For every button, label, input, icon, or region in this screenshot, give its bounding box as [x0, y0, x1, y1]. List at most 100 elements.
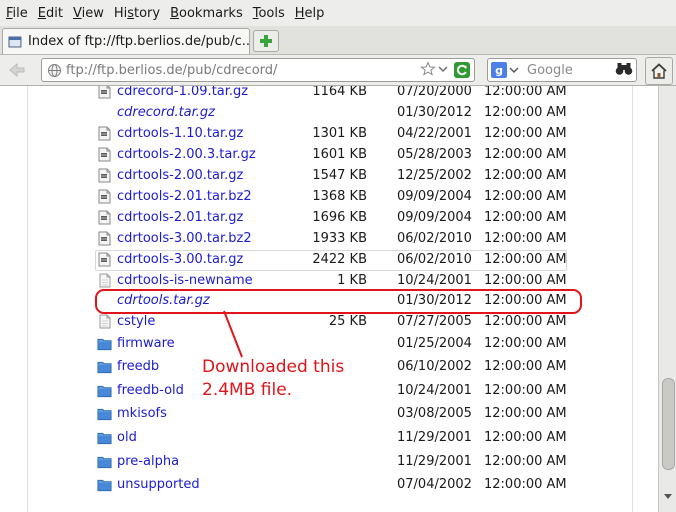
entry-time: 12:00:00 AM [484, 454, 567, 469]
entry-time: 12:00:00 AM [484, 147, 567, 162]
entry-size: 1368 KB [312, 189, 367, 204]
bookmark-star-icon[interactable] [420, 61, 436, 81]
reload-icon[interactable] [453, 61, 471, 79]
entry-name-link[interactable]: mkisofs [117, 404, 167, 424]
folder-icon [97, 454, 112, 469]
entry-name-link[interactable]: cdrtools-is-newname [117, 271, 253, 291]
listing-row[interactable]: mkisofs 03/08/2005 12:00:00 AM [0, 404, 630, 424]
tab-active[interactable]: Index of ftp://ftp.berlios.de/pub/c... [2, 28, 250, 54]
svg-text:g: g [495, 64, 503, 77]
entry-time: 12:00:00 AM [484, 86, 567, 99]
entry-date: 12/25/2002 [397, 168, 472, 183]
menu-tools[interactable]: Tools [248, 6, 290, 21]
entry-size: 1933 KB [312, 231, 367, 246]
archive-file-icon [97, 231, 112, 246]
listing-row[interactable]: old 11/29/2001 12:00:00 AM [0, 428, 630, 448]
folder-icon [97, 406, 112, 421]
entry-name-link[interactable]: pre-alpha [117, 452, 179, 472]
menu-view[interactable]: View [68, 6, 109, 21]
home-button[interactable] [645, 57, 673, 85]
folder-icon [97, 430, 112, 445]
entry-name-link[interactable]: cdrtools-2.01.tar.bz2 [117, 187, 252, 207]
listing-row[interactable]: cdrtools-2.01.tar.bz2 1368 KB 09/09/2004 12… [0, 187, 630, 207]
listing-row[interactable]: cdrtools-1.10.tar.gz 1301 KB 04/22/2001 12:… [0, 124, 630, 144]
entry-time: 12:00:00 AM [484, 383, 567, 398]
entry-name-link[interactable]: freedb [117, 357, 159, 377]
entry-size: 1164 KB [312, 86, 367, 99]
listing-row[interactable]: pre-alpha 11/29/2001 12:00:00 AM [0, 452, 630, 472]
entry-date: 06/02/2010 [397, 252, 472, 267]
archive-file-icon [97, 147, 112, 162]
folder-icon [97, 359, 112, 374]
entry-size: 1 KB [337, 273, 367, 288]
archive-file-icon [97, 189, 112, 204]
entry-name-link[interactable]: firmware [117, 334, 175, 354]
new-tab-button[interactable] [253, 30, 279, 52]
menu-edit[interactable]: Edit [33, 6, 68, 21]
listing-row[interactable]: cdrecord.tar.gz 01/30/2012 12:00:00 AM [0, 103, 630, 123]
entry-name-link[interactable]: cdrtools-2.00.3.tar.gz [117, 145, 256, 165]
entry-date: 06/10/2002 [397, 359, 472, 374]
menu-help[interactable]: Help [290, 6, 330, 21]
url-input[interactable] [66, 61, 408, 79]
home-icon [651, 63, 667, 79]
google-icon[interactable]: g [491, 62, 507, 78]
search-bar[interactable]: g [487, 58, 637, 82]
url-bar[interactable] [41, 58, 475, 82]
tab-bar: Index of ftp://ftp.berlios.de/pub/c... [0, 26, 676, 55]
ftp-favicon-icon [8, 36, 22, 47]
entry-date: 01/30/2012 [397, 105, 472, 120]
entry-name-link[interactable]: cdrtools-2.00.tar.gz [117, 166, 243, 186]
entry-time: 12:00:00 AM [484, 105, 567, 120]
entry-size: 1301 KB [312, 126, 367, 141]
entry-time: 12:00:00 AM [484, 293, 567, 308]
entry-time: 12:00:00 AM [484, 231, 567, 246]
menu-bookmarks[interactable]: Bookmarks [165, 6, 248, 21]
listing-row[interactable]: cdrtools-2.01.tar.gz 1696 KB 09/09/2004 12:… [0, 208, 630, 228]
listing-row[interactable]: cdrecord-1.09.tar.gz 1164 KB 07/20/2000 12:… [0, 86, 630, 102]
entry-name-link[interactable]: freedb-old [117, 381, 184, 401]
entry-time: 12:00:00 AM [484, 252, 567, 267]
entry-time: 12:00:00 AM [484, 189, 567, 204]
listing-row[interactable]: cdrtools-2.00.tar.gz 1547 KB 12/25/2002 12:… [0, 166, 630, 186]
listing-row[interactable]: cstyle 25 KB 07/27/2005 12:00:00 AM [0, 312, 630, 332]
menu-file[interactable]: File [0, 6, 33, 21]
scroll-down-arrow-icon[interactable] [663, 493, 673, 501]
entry-name-link[interactable]: old [117, 428, 137, 448]
tab-title: Index of ftp://ftp.berlios.de/pub/c... [27, 34, 249, 49]
entry-name-link[interactable]: unsupported [117, 475, 200, 495]
entry-time: 12:00:00 AM [484, 430, 567, 445]
back-arrow-icon [9, 62, 25, 78]
entry-name-link[interactable]: cstyle [117, 312, 155, 332]
entry-name-link[interactable]: cdrtools-2.01.tar.gz [117, 208, 243, 228]
entry-name-link[interactable]: cdrtools.tar.gz [117, 291, 210, 311]
entry-time: 12:00:00 AM [484, 126, 567, 141]
url-dropdown-icon[interactable] [438, 63, 448, 78]
back-button[interactable] [6, 61, 28, 79]
listing-row[interactable]: cdrtools-2.00.3.tar.gz 1601 KB 05/28/2003 1… [0, 145, 630, 165]
listing-row[interactable]: unsupported 07/04/2002 12:00:00 AM [0, 475, 630, 495]
entry-date: 04/22/2001 [397, 126, 472, 141]
listing-row[interactable]: cdrtools-3.00.tar.bz2 1933 KB 06/02/2010 12… [0, 229, 630, 249]
folder-icon [97, 336, 112, 351]
entry-time: 12:00:00 AM [484, 406, 567, 421]
entry-name-link[interactable]: cdrecord-1.09.tar.gz [117, 86, 248, 102]
entry-name-link[interactable]: cdrecord.tar.gz [117, 103, 215, 123]
search-engine-dropdown-icon[interactable] [509, 65, 519, 75]
listing-row[interactable]: cdrtools-3.00.tar.gz 2422 KB 06/02/2010 12:… [0, 250, 630, 271]
binoculars-icon[interactable] [615, 62, 633, 80]
listing-row[interactable]: cdrtools.tar.gz 01/30/2012 12:00:00 AM [0, 291, 630, 311]
scrollbar-thumb[interactable] [662, 378, 675, 470]
vertical-scrollbar[interactable] [658, 86, 676, 512]
menu-history[interactable]: History [109, 6, 165, 21]
text-file-icon [97, 314, 112, 329]
search-input[interactable] [525, 60, 615, 80]
directory-listing: cdrecord-1.09.tar.gz 1164 KB 07/20/2000 12:… [0, 86, 658, 512]
entry-name-link[interactable]: cdrtools-1.10.tar.gz [117, 124, 243, 144]
listing-row[interactable]: firmware 01/25/2004 12:00:00 AM [0, 334, 630, 354]
entry-name-link[interactable]: cdrtools-3.00.tar.gz [117, 250, 243, 270]
content-border-right [632, 86, 633, 512]
entry-name-link[interactable]: cdrtools-3.00.tar.bz2 [117, 229, 252, 249]
listing-row[interactable]: cdrtools-is-newname 1 KB 10/24/2001 12:00:0… [0, 271, 630, 291]
entry-time: 12:00:00 AM [484, 359, 567, 374]
